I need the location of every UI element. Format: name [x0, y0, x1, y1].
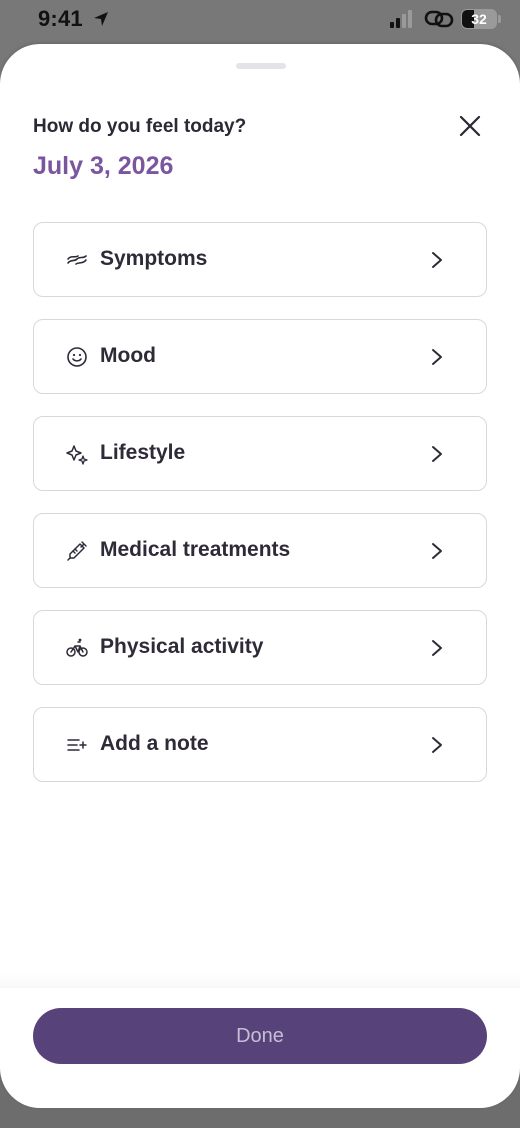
menu-item-add-note[interactable]: Add a note	[33, 707, 487, 782]
sparkles-icon	[66, 445, 88, 465]
battery-level: 32	[471, 11, 487, 27]
selected-date: July 3, 2026	[33, 152, 174, 180]
menu-item-label: Add a note	[100, 732, 209, 755]
bottom-sheet: How do you feel today? July 3, 2026 Symp…	[0, 44, 520, 1108]
chevron-right-icon	[432, 640, 442, 656]
menu-item-physical-activity[interactable]: Physical activity	[33, 610, 487, 685]
menu-item-label: Medical treatments	[100, 538, 291, 561]
chevron-right-icon	[432, 737, 442, 753]
chevron-right-icon	[432, 446, 442, 462]
app-screen: 9:41 32 How do you feel today? July 3, 2…	[0, 0, 520, 1128]
menu-item-symptoms[interactable]: Symptoms	[33, 222, 487, 297]
add-note-icon	[67, 739, 87, 751]
done-button[interactable]: Done	[33, 1008, 487, 1064]
menu-item-label: Symptoms	[100, 247, 208, 270]
chevron-right-icon	[432, 252, 442, 268]
menu-item-mood[interactable]: Mood	[33, 319, 487, 394]
chevron-right-icon	[432, 543, 442, 559]
sheet-question: How do you feel today?	[33, 116, 247, 137]
symptoms-icon	[67, 255, 87, 265]
menu-item-label: Mood	[100, 344, 156, 367]
cellular-signal-icon	[390, 10, 412, 28]
menu-item-medical-treatments[interactable]: Medical treatments	[33, 513, 487, 588]
chevron-right-icon	[432, 349, 442, 365]
bicycle-icon	[66, 638, 88, 657]
link-icon	[424, 10, 454, 28]
menu-item-label: Lifestyle	[100, 441, 186, 464]
menu-item-lifestyle[interactable]: Lifestyle	[33, 416, 487, 491]
close-icon[interactable]	[452, 108, 488, 144]
status-time: 9:41	[38, 6, 83, 31]
log-category-list: Symptoms Mood Lifestyle Medical treatmen…	[33, 222, 487, 804]
status-bar: 9:41 32	[0, 0, 520, 40]
sheet-grabber[interactable]	[236, 63, 286, 69]
smile-icon	[67, 347, 87, 367]
menu-item-label: Physical activity	[100, 635, 264, 658]
footer-divider	[0, 972, 520, 988]
battery-icon: 32	[461, 9, 501, 31]
location-arrow-icon	[94, 12, 108, 26]
syringe-icon	[67, 541, 87, 561]
